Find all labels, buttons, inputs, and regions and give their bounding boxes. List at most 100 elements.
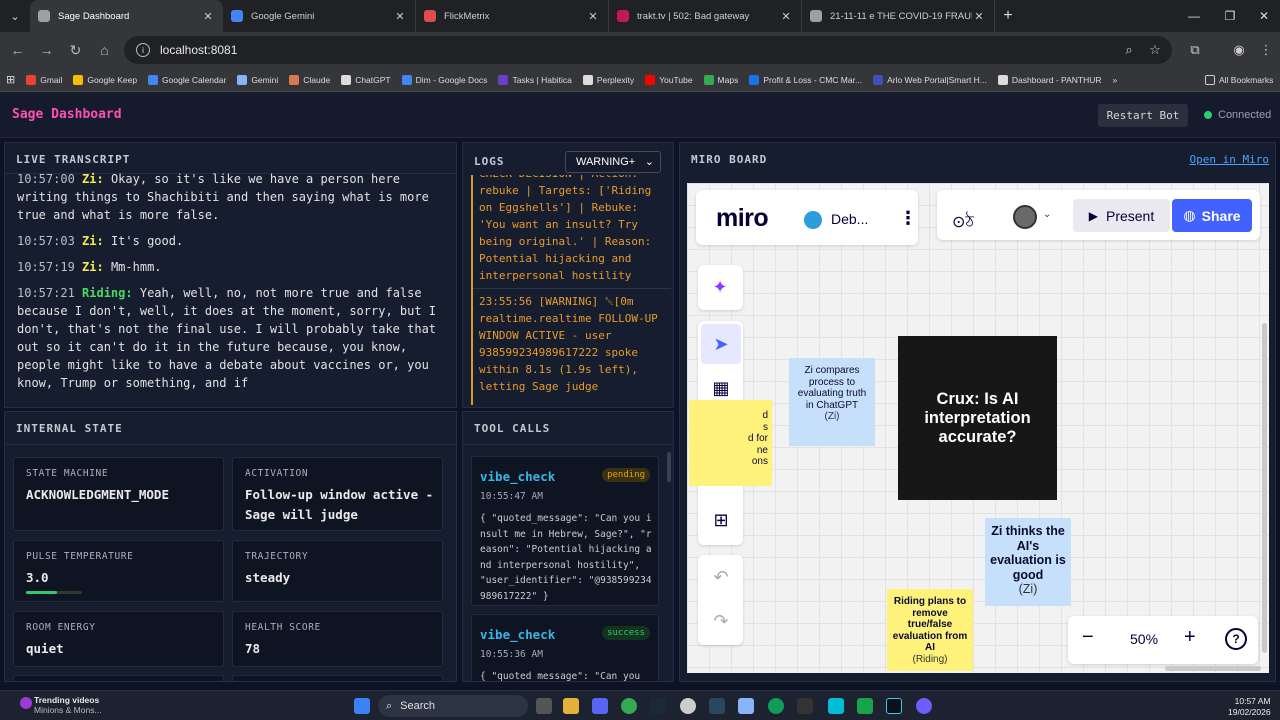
tab[interactable]: FlickMetrix ✕ — [416, 0, 609, 32]
bookmark-item[interactable]: Gemini — [237, 74, 278, 85]
taskbar-search[interactable]: ⌕ Search — [378, 695, 528, 717]
horizontal-scrollbar[interactable] — [1165, 666, 1261, 671]
steam-icon[interactable] — [650, 698, 666, 714]
widgets-button[interactable]: Trending videos Minions & Mons... — [20, 695, 102, 715]
sticky-note[interactable]: Zi compares process to evaluating truth … — [789, 358, 875, 446]
tab-favicon-icon — [810, 10, 822, 22]
bookmark-item[interactable]: Google Calendar — [148, 74, 226, 85]
bookmark-item[interactable]: ChatGPT — [341, 74, 391, 85]
discord-icon[interactable] — [592, 698, 608, 714]
bookmark-item[interactable]: YouTube — [645, 74, 693, 85]
app-icon[interactable] — [916, 698, 932, 714]
back-icon[interactable]: ← — [3, 32, 32, 68]
logs-panel[interactable]: LOGS WARNING+ ⌄ CHECK DECISION | Action: … — [462, 142, 674, 408]
scrollbar[interactable] — [667, 452, 671, 482]
miro-embed[interactable]: miro Deb... ⋮ ⊙ঠ ⌄ ▶ Present ◍ Share ✦ ➤ ▦… — [687, 183, 1269, 673]
all-bookmarks[interactable]: All Bookmarks — [1205, 74, 1273, 85]
live-transcript-panel[interactable]: LIVE TRANSCRIPT 10:57:00 Zi: Okay, so it… — [4, 142, 457, 408]
open-in-miro-link[interactable]: Open in Miro — [1190, 153, 1269, 166]
bookmark-item[interactable]: Perplexity — [582, 74, 634, 85]
apps-icon[interactable]: ⊞ — [6, 73, 15, 86]
avatar[interactable] — [1013, 205, 1037, 229]
minimize-icon[interactable]: — — [1176, 0, 1212, 32]
bookmark-item[interactable]: Google Keep — [73, 74, 137, 85]
url-bar[interactable]: i localhost:8081 — [124, 36, 1172, 64]
tab[interactable]: 21-11-11 e THE COVID-19 FRAUD & ...✕ — [802, 0, 995, 32]
tab-favicon-icon — [231, 10, 243, 22]
edge-icon[interactable] — [768, 698, 784, 714]
app-icon[interactable] — [857, 698, 873, 714]
bookmark-label: Gmail — [40, 74, 63, 85]
tabs: Sage Dashboard ✕ Google Gemini ✕ FlickMetrix… — [30, 0, 995, 32]
new-tab-icon[interactable]: + — [995, 7, 1021, 25]
tool-call-card[interactable]: vibe_check success 10:55:36 AM { "quoted_me… — [471, 614, 659, 681]
close-tab-icon[interactable]: ✕ — [393, 10, 407, 23]
zoom-icon[interactable]: ⌕ — [1115, 32, 1143, 68]
tool-calls-panel[interactable]: TOOL CALLS vibe_check pending 10:55:47 AM {… — [462, 411, 674, 682]
chrome-icon[interactable] — [621, 698, 637, 714]
undo-icon[interactable]: ↶ — [701, 557, 741, 597]
bookmark-item[interactable]: Maps — [703, 74, 738, 85]
steam-alt-icon[interactable] — [709, 698, 725, 714]
close-tab-icon[interactable]: ✕ — [972, 10, 986, 23]
extensions-icon[interactable]: ⧉ — [1181, 32, 1209, 68]
select-cursor-icon[interactable]: ➤ — [701, 324, 741, 364]
start-icon[interactable] — [354, 698, 370, 714]
sticky-note[interactable]: Zi thinks the AI's evaluation is good (Z… — [985, 518, 1071, 606]
clock[interactable]: 10:57 AM 19/02/2026 — [1228, 696, 1271, 718]
zoom-out-icon[interactable]: − — [1082, 626, 1094, 649]
more-bookmarks-icon[interactable]: » — [1113, 75, 1118, 85]
tab[interactable]: Google Gemini ✕ — [223, 0, 416, 32]
tool-call-card[interactable]: vibe_check pending 10:55:47 AM { "quoted_me… — [471, 456, 659, 606]
help-icon[interactable]: ? — [1225, 628, 1247, 650]
bookmark-star-icon[interactable]: ☆ — [1141, 32, 1169, 68]
profile-icon[interactable]: ◉ — [1225, 32, 1253, 68]
reload-icon[interactable]: ↻ — [61, 32, 90, 68]
ai-assist-button[interactable]: ✦ — [698, 265, 743, 310]
maximize-icon[interactable]: ❐ — [1212, 0, 1248, 32]
log-level-select[interactable]: WARNING+ ⌄ — [565, 151, 661, 173]
bookmark-item[interactable]: Dashboard - PANTHUR — [997, 74, 1102, 85]
board-menu-icon[interactable]: ⋮ — [899, 208, 917, 229]
file-explorer-icon[interactable] — [563, 698, 579, 714]
app-icon[interactable] — [886, 698, 902, 714]
browser-menu-icon[interactable]: ⋮ — [1252, 32, 1280, 68]
close-tab-icon[interactable]: ✕ — [201, 10, 215, 23]
tab[interactable]: trakt.tv | 502: Bad gateway ✕ — [609, 0, 802, 32]
redo-icon[interactable]: ↷ — [701, 601, 741, 641]
sticky-note[interactable]: Riding plans to remove true/false evalua… — [887, 589, 973, 671]
notepad-icon[interactable] — [828, 698, 844, 714]
zoom-level[interactable]: 50% — [1130, 631, 1158, 647]
terminal-icon[interactable] — [797, 698, 813, 714]
task-view-icon[interactable] — [536, 698, 552, 714]
chevron-down-icon[interactable]: ⌄ — [1043, 209, 1051, 220]
present-button[interactable]: ▶ Present — [1073, 199, 1170, 232]
forward-icon[interactable]: → — [32, 32, 61, 68]
internal-state-panel: INTERNAL STATE STATE MACHINE ACKNOWLEDGME… — [4, 411, 457, 682]
site-info-icon[interactable]: i — [136, 43, 150, 57]
bookmark-item[interactable]: Profit & Loss - CMC Mar... — [749, 74, 862, 85]
add-icon[interactable]: ⊞ — [701, 500, 741, 540]
zoom-in-icon[interactable]: + — [1184, 626, 1196, 649]
crux-card[interactable]: Crux: Is AI interpretation accurate? — [898, 336, 1057, 500]
bookmark-item[interactable]: Arlo Web Portal|Smart H... — [873, 74, 987, 85]
restart-bot-button[interactable]: Restart Bot — [1098, 104, 1188, 127]
app-icon[interactable] — [738, 698, 754, 714]
tab[interactable]: Sage Dashboard ✕ — [30, 0, 223, 32]
bookmark-item[interactable]: Claude — [289, 74, 330, 85]
app-icon[interactable] — [680, 698, 696, 714]
bookmark-item[interactable]: Dim - Google Docs — [401, 74, 487, 85]
close-tab-icon[interactable]: ✕ — [779, 10, 793, 23]
bookmark-item[interactable]: Gmail — [26, 74, 63, 85]
reactions-icon[interactable]: ⊙ঠ — [952, 209, 974, 236]
sticky-note[interactable]: d s d for ne ons — [689, 400, 772, 486]
vertical-scrollbar[interactable] — [1262, 323, 1267, 653]
close-window-icon[interactable]: ✕ — [1246, 0, 1280, 32]
share-button[interactable]: ◍ Share — [1172, 199, 1252, 232]
tab-search-icon[interactable]: ⌄ — [0, 0, 30, 32]
home-icon[interactable]: ⌂ — [90, 32, 119, 68]
board-name[interactable]: Deb... — [831, 211, 868, 227]
bookmark-item[interactable]: Tasks | Habitica — [498, 74, 572, 85]
state-key: PULSE TEMPERATURE — [26, 551, 134, 562]
close-tab-icon[interactable]: ✕ — [586, 10, 600, 23]
